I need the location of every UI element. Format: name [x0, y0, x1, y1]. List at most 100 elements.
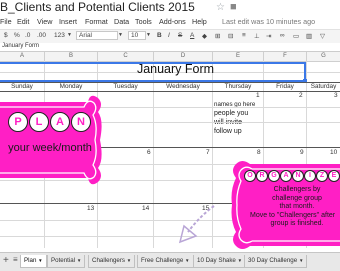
star-icon[interactable]: ☆ — [216, 2, 225, 13]
sheet-tab-bar: + ≡ Plan ▼ Potential ▼ Challengers ▼ Fre… — [0, 252, 340, 271]
increase-decimal-button[interactable]: .00 — [37, 32, 46, 39]
italic-icon[interactable]: I — [168, 32, 170, 39]
date-number: 9 — [300, 149, 304, 156]
link-icon[interactable]: ∞ — [280, 32, 285, 39]
chevron-down-icon[interactable]: ▼ — [77, 258, 81, 263]
tab-label: Potential — [51, 257, 76, 264]
text-color-icon[interactable]: A — [190, 32, 194, 39]
bold-icon[interactable]: B — [157, 32, 162, 39]
tab-10-day-shake[interactable]: 10 Day Shake ▼ — [193, 255, 247, 268]
formula-value[interactable]: January Form — [2, 43, 39, 49]
column-header-a[interactable]: A — [0, 52, 45, 62]
plus-icon[interactable]: + — [3, 255, 9, 266]
date-number: 3 — [334, 92, 338, 99]
organize-text: Challengers by challenge group that mont… — [242, 186, 340, 229]
column-header-c[interactable]: C — [98, 52, 154, 62]
column-header-b[interactable]: B — [45, 52, 98, 62]
tab-30-day-challenge[interactable]: 30 Day Challenge ▼ — [244, 255, 308, 268]
note-line: follow up — [214, 128, 242, 135]
menu-view[interactable]: View — [37, 17, 52, 26]
letter-badge: E — [328, 170, 340, 182]
chevron-down-icon[interactable]: ▼ — [38, 258, 42, 263]
currency-icon[interactable]: $ — [4, 32, 8, 39]
borders-icon[interactable]: ⊞ — [215, 32, 220, 40]
letter-badge: N — [71, 112, 91, 132]
date-number: 7 — [206, 149, 210, 156]
merge-cells-icon[interactable]: ⊟ — [228, 32, 233, 40]
organize-line: challenge group — [272, 194, 322, 202]
date-number: 8 — [257, 149, 261, 156]
column-header-f[interactable]: F — [264, 52, 307, 62]
menu-format[interactable]: Format — [85, 17, 108, 26]
tab-challengers[interactable]: Challengers ▼ — [88, 255, 136, 268]
tab-label: 30 Day Challenge — [248, 257, 298, 264]
menu-file[interactable]: File — [0, 17, 12, 26]
font-select-value: Arial — [79, 32, 93, 39]
align-left-icon[interactable]: ≡ — [242, 32, 246, 39]
letter-badge: A — [280, 170, 292, 182]
font-select[interactable]: Arial — [76, 31, 118, 40]
menu-tools[interactable]: Tools — [135, 17, 152, 26]
menu-edit[interactable]: Edit — [17, 17, 29, 26]
tab-label: Challengers — [92, 257, 126, 264]
plan-subtitle: your week/month — [8, 142, 92, 154]
tab-label: Plan — [24, 257, 37, 264]
arrow-icon — [178, 205, 215, 244]
note-line: people you — [214, 110, 249, 117]
list-icon[interactable]: ≡ — [13, 255, 18, 264]
organize-line: group is finished. — [270, 220, 324, 227]
menu-insert[interactable]: Insert — [59, 17, 77, 26]
date-number: 10 — [330, 149, 338, 156]
plan-letters: P L A N — [8, 112, 91, 134]
chevron-down-icon[interactable]: ▼ — [299, 258, 303, 263]
letter-badge: Z — [316, 170, 328, 182]
chart-icon[interactable]: ▥ — [306, 32, 312, 40]
font-size-select[interactable]: 10 — [128, 31, 146, 40]
wrap-icon[interactable]: ⇥ — [266, 32, 271, 40]
chevron-down-icon[interactable]: ▼ — [67, 32, 72, 38]
percent-button[interactable]: % — [14, 32, 20, 39]
formula-bar[interactable]: January Form — [0, 43, 340, 52]
fill-color-icon[interactable]: ◆ — [202, 32, 207, 40]
day-wednesday: Wednesday — [166, 83, 200, 90]
letter-badge: G — [268, 170, 280, 182]
date-number: 2 — [299, 92, 303, 99]
menu-data[interactable]: Data — [114, 17, 129, 26]
date-number: 14 — [142, 205, 150, 212]
date-number: 13 — [87, 205, 95, 212]
filter-icon[interactable]: ▽ — [320, 32, 325, 40]
chevron-down-icon[interactable]: ▼ — [127, 258, 131, 263]
day-thursday: Thursday — [224, 83, 252, 90]
number-format-button[interactable]: 123 — [54, 32, 65, 39]
selected-range — [0, 62, 306, 82]
letter-badge: L — [29, 112, 49, 132]
font-size-value: 10 — [131, 32, 139, 39]
strikethrough-icon[interactable]: S — [178, 32, 182, 39]
valign-icon[interactable]: ⊥ — [254, 32, 260, 40]
menu-help[interactable]: Help — [192, 17, 207, 26]
plan-badge: P L A N your week/month — [0, 90, 108, 190]
tab-plan[interactable]: Plan ▼ — [20, 255, 47, 268]
column-header-e[interactable]: E — [213, 52, 264, 62]
column-header-d[interactable]: D — [154, 52, 213, 62]
menu-bar: File Edit View Insert Format Data Tools … — [0, 15, 340, 29]
thursday-note[interactable]: names go here people you will invite fol… — [214, 100, 263, 136]
chevron-down-icon[interactable]: ▼ — [238, 258, 242, 263]
last-edit-status[interactable]: Last edit was 10 minutes ago — [222, 17, 315, 26]
organize-line: that month. — [279, 203, 315, 210]
chevron-down-icon[interactable]: ▼ — [118, 32, 123, 38]
decrease-decimal-button[interactable]: .0 — [25, 32, 30, 39]
menu-addons[interactable]: Add-ons — [159, 17, 186, 26]
comment-icon[interactable]: ▭ — [293, 32, 299, 40]
chevron-down-icon[interactable]: ▼ — [146, 32, 151, 38]
day-friday: Friday — [276, 83, 294, 90]
chevron-down-icon[interactable]: ▼ — [185, 258, 189, 263]
document-title[interactable]: B_Clients and Potential Clients 2015 — [0, 0, 195, 14]
column-header-g[interactable]: G — [307, 52, 340, 62]
organize-line: Move to "Challengers" after — [250, 211, 336, 219]
tab-potential[interactable]: Potential ▼ — [47, 255, 86, 268]
letter-badge: O — [244, 170, 256, 182]
folder-icon[interactable]: ■ — [230, 1, 237, 13]
tab-free-challenge[interactable]: Free Challenge ▼ — [137, 255, 194, 268]
day-saturday: Saturday — [310, 83, 337, 90]
